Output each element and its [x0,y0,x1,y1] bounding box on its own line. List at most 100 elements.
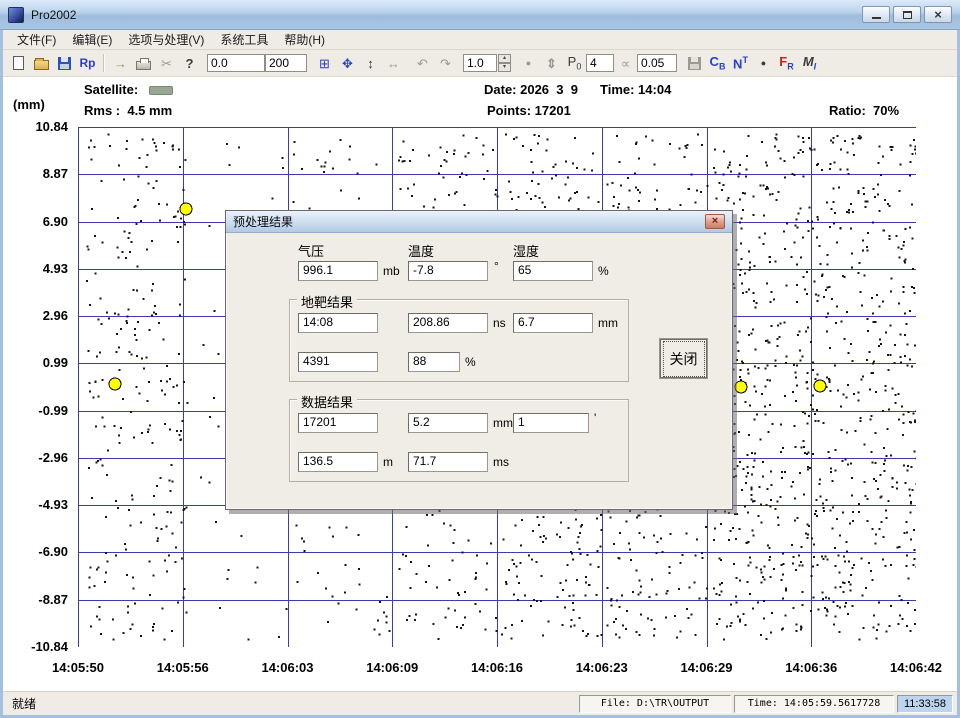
status-clock-panel: 11:33:58 [897,695,953,713]
data-mm-field[interactable]: 5.2 [408,413,488,433]
temperature-unit: ° [494,259,499,273]
pan-button[interactable]: ✥ [336,52,359,74]
fit-view-button[interactable]: ⊞ [313,52,336,74]
spinner-up-icon[interactable]: ▴ [498,54,511,63]
menu-help[interactable]: 帮助(H) [276,29,333,50]
spinner-down-icon[interactable]: ▾ [498,63,511,72]
y-tick-label: -4.93 [38,497,68,512]
satellite-label: Satellite: [84,82,138,97]
y-axis-unit: (mm) [13,97,45,112]
help-button[interactable]: ? [178,52,201,74]
x-tick-label: 14:05:50 [52,660,104,675]
new-file-button[interactable] [7,52,30,74]
dialog-title: 预处理结果 [233,213,293,230]
target-ns-field[interactable]: 208.86 [408,313,488,333]
data-group-label: 数据结果 [297,392,357,411]
x-tick-label: 14:05:56 [157,660,209,675]
target-mm-field[interactable]: 6.7 [513,313,593,333]
pressure-unit: mb [383,264,400,278]
forward-arrow-icon: → [114,57,127,70]
vertical-scale-icon: ↕ [367,57,374,70]
target-pct-unit: % [465,355,476,369]
y-tick-label: 8.87 [43,166,68,181]
pressure-label: 气压 [298,241,324,260]
y-tick-label: 10.84 [35,119,68,134]
zoom-input[interactable] [463,54,497,72]
p0-icon: P0 [568,55,582,72]
yellow-marker[interactable] [109,378,121,390]
maximize-icon [903,11,912,19]
horizontal-scale-button[interactable]: ↔ [382,52,405,74]
open-folder-icon [34,60,49,70]
x-tick-label: 14:06:23 [576,660,628,675]
p0-button[interactable]: P0 [563,52,586,74]
menu-file[interactable]: 文件(F) [9,29,64,50]
x-tick-label: 14:06:36 [785,660,837,675]
data-arc-field[interactable]: 1 [513,413,589,433]
satellite-led [149,86,173,95]
target-time-field[interactable]: 14:08 [298,313,378,333]
open-file-button[interactable] [30,52,53,74]
print-button[interactable] [132,52,155,74]
y-tick-label: -2.96 [38,450,68,465]
undo-button[interactable]: ↶ [411,52,434,74]
redo-button[interactable]: ↷ [434,52,457,74]
pan-move-icon: ✥ [342,57,353,70]
fr-mode-button[interactable]: FR [775,52,798,74]
humidity-field[interactable]: 65 [513,261,593,281]
vertical-expand-button[interactable]: ⇕ [540,52,563,74]
dialog-close-action-button[interactable]: 关闭 [660,339,707,378]
nt-icon: NT [733,56,748,70]
threshold-input[interactable] [637,54,677,72]
offset-input[interactable] [207,54,265,72]
dialog-titlebar[interactable]: 预处理结果 × [226,211,732,233]
mi-mode-button[interactable]: MI [798,52,821,74]
menu-system-tools[interactable]: 系统工具 [212,29,276,50]
titlebar[interactable]: Pro2002 × [0,0,960,30]
yellow-marker[interactable] [735,381,747,393]
dot-icon: ● [526,59,531,68]
vertical-scale-button[interactable]: ↕ [359,52,382,74]
yellow-marker[interactable] [180,203,192,215]
dialog-close-icon[interactable]: × [705,214,725,229]
minimize-button[interactable] [862,6,890,23]
forward-button[interactable]: → [109,52,132,74]
window-title: Pro2002 [31,8,76,22]
cb-mode-button[interactable]: CB [706,52,729,74]
data-m-field[interactable]: 136.5 [298,452,378,472]
point-style-button[interactable]: ● [517,52,540,74]
maximize-button[interactable] [893,6,921,23]
save-results-button[interactable] [683,52,706,74]
temperature-field[interactable]: -7.8 [408,261,488,281]
p-count-input[interactable] [586,54,614,72]
target-ns-unit: ns [493,316,506,330]
menu-options-processing[interactable]: 选项与处理(V) [120,29,212,50]
vertical-expand-icon: ⇕ [546,57,557,70]
target-pct-field[interactable]: 88 [408,352,460,372]
range-input[interactable] [265,54,307,72]
yellow-marker[interactable] [814,380,826,392]
cut-button[interactable]: ✂ [155,52,178,74]
close-button[interactable]: × [924,6,952,23]
minimize-icon [872,17,881,19]
data-count-field[interactable]: 17201 [298,413,378,433]
time-text: Time: 14:04 [600,82,671,97]
status-time-panel: Time: 14:05:59.5617728 [734,695,894,713]
nt-mode-button[interactable]: NT [729,52,752,74]
zoom-spinner[interactable]: ▴ ▾ [498,54,511,72]
humidity-unit: % [598,264,609,278]
target-count-field[interactable]: 4391 [298,352,378,372]
save-button[interactable] [53,52,76,74]
horizontal-scale-icon: ↔ [387,57,400,70]
data-ms-unit: ms [493,455,509,469]
black-dot-button[interactable]: ● [752,52,775,74]
y-tick-label: -6.90 [38,544,68,559]
rp-button[interactable]: Rp [76,52,99,74]
proportional-icon: ∝ [621,57,630,70]
toolbar-separator [103,54,105,72]
pressure-field[interactable]: 996.1 [298,261,378,281]
menubar: 文件(F) 编辑(E) 选项与处理(V) 系统工具 帮助(H) [3,30,957,50]
proportional-button[interactable]: ∝ [614,52,637,74]
data-ms-field[interactable]: 71.7 [408,452,488,472]
menu-edit[interactable]: 编辑(E) [64,29,120,50]
